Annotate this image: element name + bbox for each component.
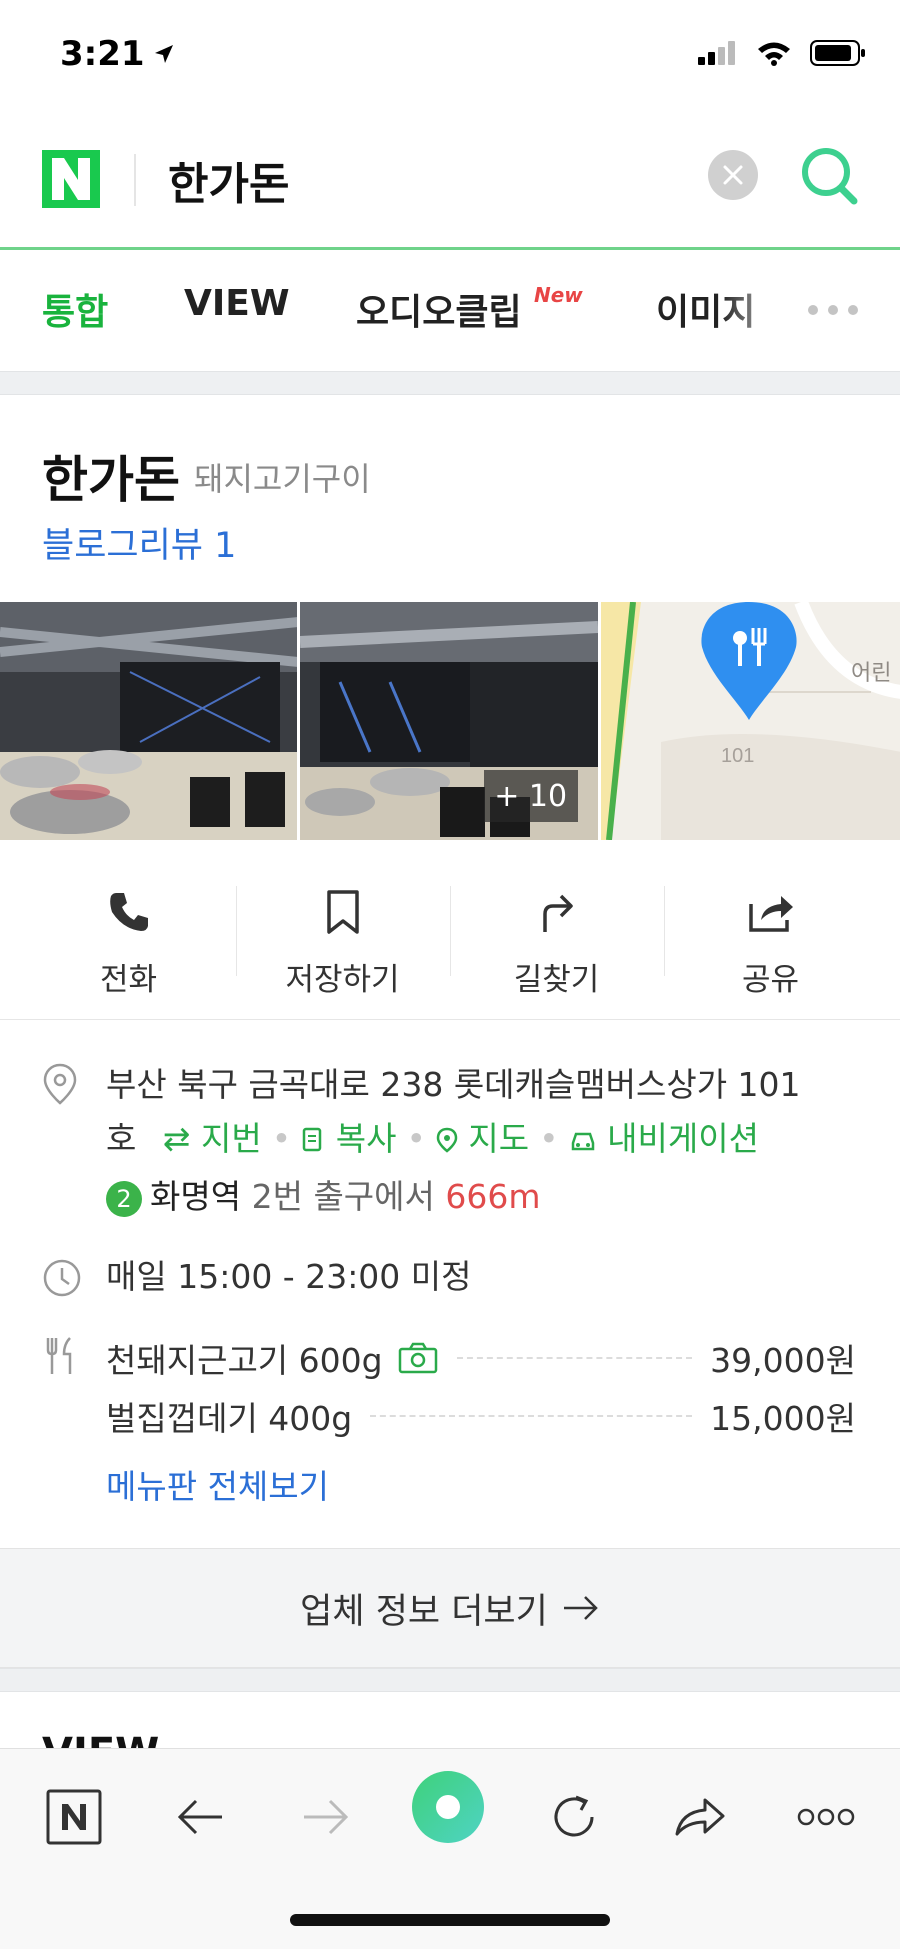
location-map-thumbnail[interactable]: 101 어린 — [600, 602, 900, 840]
tab-integrated[interactable]: 통합 — [42, 283, 108, 335]
copy-link[interactable]: 복사 — [301, 1119, 396, 1158]
more-business-info-button[interactable]: 업체 정보 더보기 — [0, 1548, 900, 1668]
map-street-number: 101 — [721, 745, 754, 767]
naver-logo-icon[interactable] — [42, 150, 100, 208]
refresh-icon — [554, 1795, 594, 1837]
dot-separator: • — [539, 1119, 559, 1158]
business-hours: 매일 15:00 - 23:00 미정 — [106, 1257, 472, 1296]
clock-text: 3:21 — [60, 34, 145, 74]
section-divider — [0, 371, 900, 395]
green-dot-icon — [412, 1771, 484, 1843]
menu-item-name: 천돼지근고기 600g — [106, 1341, 383, 1380]
subway-station: 화명역 — [150, 1177, 242, 1216]
location-arrow-icon — [154, 45, 173, 63]
dot-separator: • — [271, 1119, 292, 1158]
share-icon — [748, 896, 793, 932]
naver-n-icon — [46, 1789, 102, 1845]
menu-item-name: 벌집껍데기 400g — [106, 1399, 353, 1438]
call-button[interactable]: 전화 — [22, 882, 235, 999]
map-pin-icon — [436, 1127, 458, 1153]
dot-separator: • — [406, 1119, 426, 1158]
tab-fade — [720, 273, 800, 343]
directions-icon — [542, 894, 573, 932]
refresh-button[interactable] — [534, 1777, 614, 1857]
back-button[interactable] — [160, 1777, 240, 1857]
home-indicator[interactable] — [290, 1914, 610, 1926]
address-line-1: 부산 북구 금곡대로 238 롯데캐슬맴버스상가 101 — [106, 1065, 801, 1104]
status-time: 3:21 — [60, 34, 175, 74]
subway-distance: 666m — [445, 1177, 541, 1216]
dotted-leader — [370, 1415, 693, 1417]
navigation-label: 내비게이션 — [607, 1119, 759, 1158]
save-button[interactable]: 저장하기 — [236, 882, 449, 999]
full-menu-link[interactable]: 메뉴판 전체보기 — [106, 1460, 329, 1508]
fork-knife-icon — [46, 1337, 72, 1374]
menu-item-price: 15,000원 — [710, 1399, 856, 1438]
share-arrow-icon — [675, 1798, 725, 1836]
more-icon — [797, 1808, 855, 1826]
status-bar: 3:21 — [0, 0, 900, 110]
map-label: 지도 — [468, 1119, 530, 1158]
share-button[interactable]: 공유 — [664, 882, 877, 999]
green-dot-button[interactable] — [410, 1769, 486, 1845]
subway-line-badge: 2 — [106, 1180, 142, 1217]
wifi-icon — [758, 42, 790, 66]
dotted-leader — [456, 1357, 693, 1359]
restaurant-photo-1[interactable] — [0, 602, 298, 840]
directions-label: 길찾기 — [513, 962, 600, 998]
share-page-button[interactable] — [660, 1777, 740, 1857]
car-icon — [571, 1132, 594, 1151]
copy-label: 복사 — [335, 1119, 397, 1158]
location-pin-icon — [43, 1063, 77, 1105]
blog-review-link[interactable]: 블로그리뷰 1 — [42, 517, 236, 568]
directions-button[interactable]: 길찾기 — [450, 882, 663, 999]
tab-audioclip[interactable]: 오디오클립 — [356, 283, 522, 335]
search-icon[interactable] — [798, 144, 862, 208]
place-category: 돼지고기구이 — [194, 460, 371, 498]
menu-item[interactable]: 천돼지근고기 600g 39,000원 — [106, 1334, 856, 1382]
subway-exit: 2번 출구에서 — [251, 1177, 435, 1216]
section-divider — [0, 1668, 900, 1692]
map-link[interactable]: 지도 — [436, 1119, 529, 1158]
more-menu-button[interactable] — [786, 1777, 866, 1857]
close-icon — [723, 165, 743, 185]
more-photos-badge[interactable]: + 10 — [483, 770, 578, 822]
search-header: 한가돈 — [0, 110, 900, 250]
divider — [134, 154, 136, 206]
naver-home-button[interactable] — [34, 1777, 114, 1857]
more-info-label: 업체 정보 더보기 — [300, 1591, 548, 1632]
jibun-link[interactable]: ⇄ 지번 — [163, 1119, 262, 1158]
bookmark-icon — [326, 890, 359, 934]
arrow-left-icon — [177, 1799, 222, 1835]
menu-item-price: 39,000원 — [710, 1341, 856, 1380]
new-badge: New — [534, 283, 583, 307]
save-label: 저장하기 — [285, 962, 400, 998]
arrow-right-icon — [304, 1799, 349, 1835]
clear-search-button[interactable] — [708, 150, 758, 200]
place-name[interactable]: 한가돈 — [42, 440, 180, 512]
photo-strip: + 10 101 어린 — [0, 602, 900, 840]
battery-icon — [810, 40, 865, 66]
share-label: 공유 — [741, 962, 800, 998]
menu-item[interactable]: 벌집껍데기 400g 15,000원 — [106, 1392, 856, 1440]
map-place-label: 어린 — [851, 660, 891, 685]
restaurant-photo-2[interactable]: + 10 — [300, 602, 598, 840]
navigation-link[interactable]: 내비게이션 — [569, 1119, 759, 1158]
phone-icon — [109, 893, 148, 931]
search-input[interactable]: 한가돈 — [168, 148, 289, 212]
clock-icon — [43, 1259, 81, 1297]
address-line-2-prefix: 호 — [106, 1119, 137, 1158]
forward-button[interactable] — [286, 1777, 366, 1857]
search-tabs: 통합 VIEW 오디오클립 New 이미지 — [0, 253, 900, 371]
arrow-right-icon — [563, 1596, 598, 1620]
tab-view[interactable]: VIEW — [184, 283, 290, 324]
call-label: 전화 — [99, 962, 158, 998]
jibun-label: 지번 — [201, 1119, 262, 1158]
camera-icon[interactable] — [397, 1341, 439, 1375]
address-line-2: 호 ⇄ 지번 • 복사 • 지도 • 내비게이션 — [106, 1112, 866, 1166]
copy-icon — [302, 1127, 322, 1152]
signal-icon — [698, 41, 735, 65]
action-bar: 전화 저장하기 길찾기 공유 — [0, 860, 900, 1020]
more-tabs-icon[interactable] — [808, 305, 858, 315]
